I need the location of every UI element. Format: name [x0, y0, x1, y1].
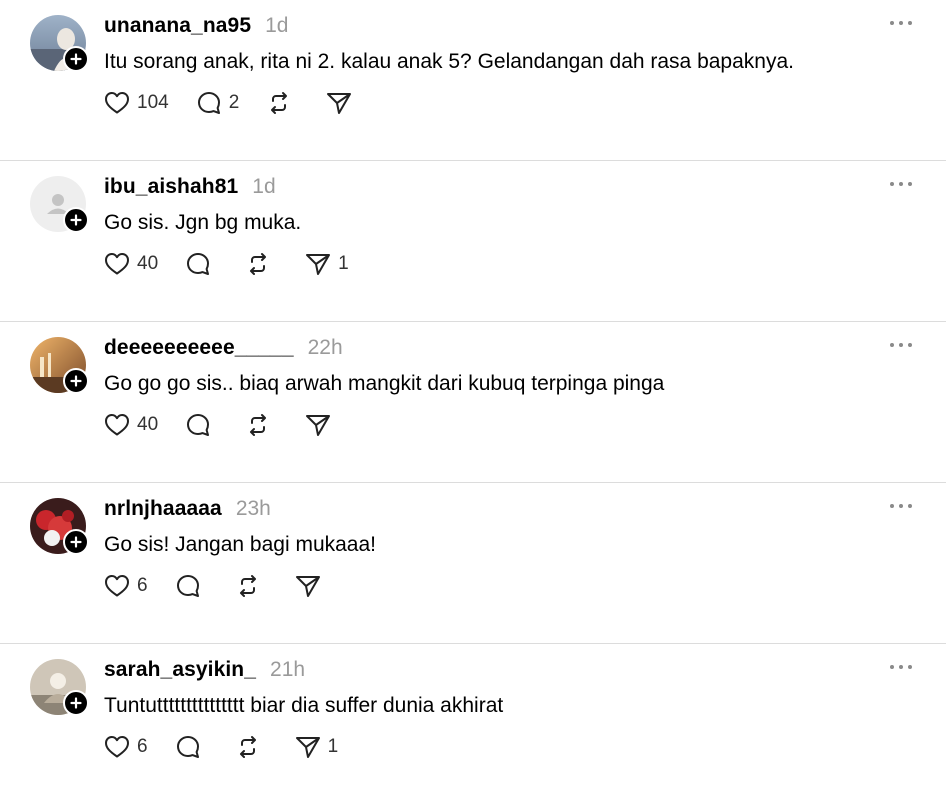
- like-button[interactable]: 6: [103, 571, 148, 601]
- repost-icon: [271, 92, 288, 114]
- share-button[interactable]: [304, 410, 338, 440]
- repost-icon: [239, 575, 256, 597]
- repost-button[interactable]: [265, 88, 299, 118]
- timestamp[interactable]: 23h: [236, 497, 271, 521]
- more-icon: [890, 343, 894, 347]
- like-count: 104: [137, 92, 169, 113]
- heart-icon: [105, 736, 129, 758]
- reply-button[interactable]: 2: [195, 88, 240, 118]
- share-count: 1: [327, 736, 339, 757]
- plus-icon: [70, 375, 82, 387]
- send-icon: [306, 415, 331, 436]
- avatar-container[interactable]: [30, 176, 89, 233]
- send-icon: [295, 737, 320, 758]
- replies-feed: unanana_na95 1d Itu sorang anak, rita ni…: [0, 0, 946, 805]
- action-bar: 40: [103, 410, 364, 440]
- heart-icon: [105, 253, 129, 275]
- like-count: 6: [137, 575, 148, 596]
- timestamp[interactable]: 1d: [265, 14, 288, 38]
- reply-post: sarah_asyikin_ 21h Tuntuttttttttttttttt …: [0, 644, 946, 805]
- more-options-button[interactable]: [890, 16, 912, 30]
- more-options-button[interactable]: [890, 660, 912, 674]
- avatar-container[interactable]: [30, 659, 89, 716]
- username[interactable]: ibu_aishah81: [104, 175, 238, 199]
- username[interactable]: nrlnjhaaaaa: [104, 497, 222, 521]
- reply-post: ibu_aishah81 1d Go sis. Jgn bg muka. 40 …: [0, 161, 946, 322]
- plus-icon: [70, 536, 82, 548]
- follow-button[interactable]: [63, 529, 89, 555]
- like-count: 6: [137, 736, 148, 757]
- like-count: 40: [137, 253, 159, 274]
- timestamp[interactable]: 1d: [252, 175, 275, 199]
- timestamp[interactable]: 21h: [270, 658, 305, 682]
- reply-button[interactable]: [184, 249, 218, 279]
- action-bar: 6: [103, 571, 354, 601]
- post-text: Tuntuttttttttttttttt biar dia suffer dun…: [104, 694, 504, 717]
- action-bar: 6 1: [103, 732, 364, 762]
- share-button[interactable]: [294, 571, 328, 601]
- share-button[interactable]: 1: [294, 732, 339, 762]
- username[interactable]: deeeeeeeeee_____: [104, 336, 294, 360]
- send-icon: [306, 254, 331, 275]
- more-options-button[interactable]: [890, 177, 912, 191]
- plus-icon: [70, 53, 82, 65]
- comment-icon: [176, 575, 199, 597]
- more-icon: [890, 504, 894, 508]
- action-bar: 40 1: [103, 249, 375, 279]
- like-count: 40: [137, 414, 159, 435]
- like-button[interactable]: 104: [103, 88, 169, 118]
- send-icon: [295, 576, 320, 597]
- heart-icon: [105, 414, 129, 436]
- more-icon: [890, 182, 894, 186]
- repost-icon: [250, 414, 267, 436]
- more-icon: [890, 21, 894, 25]
- like-button[interactable]: 6: [103, 732, 148, 762]
- plus-icon: [70, 697, 82, 709]
- follow-button[interactable]: [63, 368, 89, 394]
- share-button[interactable]: 1: [304, 249, 349, 279]
- username[interactable]: unanana_na95: [104, 14, 251, 38]
- like-button[interactable]: 40: [103, 249, 158, 279]
- comment-icon: [187, 253, 210, 275]
- post-text: Go sis! Jangan bagi mukaaa!: [104, 533, 376, 556]
- reply-post: unanana_na95 1d Itu sorang anak, rita ni…: [0, 0, 946, 161]
- share-button[interactable]: [325, 88, 359, 118]
- follow-button[interactable]: [63, 690, 89, 716]
- follow-button[interactable]: [63, 207, 89, 233]
- post-text: Go sis. Jgn bg muka.: [104, 211, 302, 234]
- timestamp[interactable]: 22h: [308, 336, 343, 360]
- follow-button[interactable]: [63, 46, 89, 72]
- heart-icon: [105, 92, 129, 114]
- like-button[interactable]: 40: [103, 410, 158, 440]
- username[interactable]: sarah_asyikin_: [104, 658, 256, 682]
- avatar-container[interactable]: [30, 498, 89, 555]
- comment-icon: [176, 736, 199, 758]
- repost-button[interactable]: [244, 249, 278, 279]
- comment-icon: [187, 414, 210, 436]
- reply-post: nrlnjhaaaaa 23h Go sis! Jangan bagi muka…: [0, 483, 946, 644]
- comment-icon: [197, 92, 220, 114]
- repost-button[interactable]: [244, 410, 278, 440]
- more-icon: [890, 665, 894, 669]
- reply-button[interactable]: [174, 732, 208, 762]
- send-icon: [327, 93, 352, 114]
- reply-button[interactable]: [184, 410, 218, 440]
- repost-button[interactable]: [234, 571, 268, 601]
- action-bar: 104 2: [103, 88, 385, 118]
- post-text: Itu sorang anak, rita ni 2. kalau anak 5…: [104, 50, 794, 73]
- post-text: Go go go sis.. biaq arwah mangkit dari k…: [104, 372, 665, 395]
- repost-button[interactable]: [234, 732, 268, 762]
- reply-count: 2: [228, 92, 240, 113]
- plus-icon: [70, 214, 82, 226]
- repost-icon: [250, 253, 267, 275]
- more-options-button[interactable]: [890, 499, 912, 513]
- repost-icon: [239, 736, 256, 758]
- share-count: 1: [338, 253, 349, 274]
- more-options-button[interactable]: [890, 338, 912, 352]
- reply-post: deeeeeeeeee_____ 22h Go go go sis.. biaq…: [0, 322, 946, 483]
- heart-icon: [105, 575, 129, 597]
- avatar-container[interactable]: [30, 337, 89, 394]
- reply-button[interactable]: [174, 571, 208, 601]
- avatar-container[interactable]: [30, 15, 89, 72]
